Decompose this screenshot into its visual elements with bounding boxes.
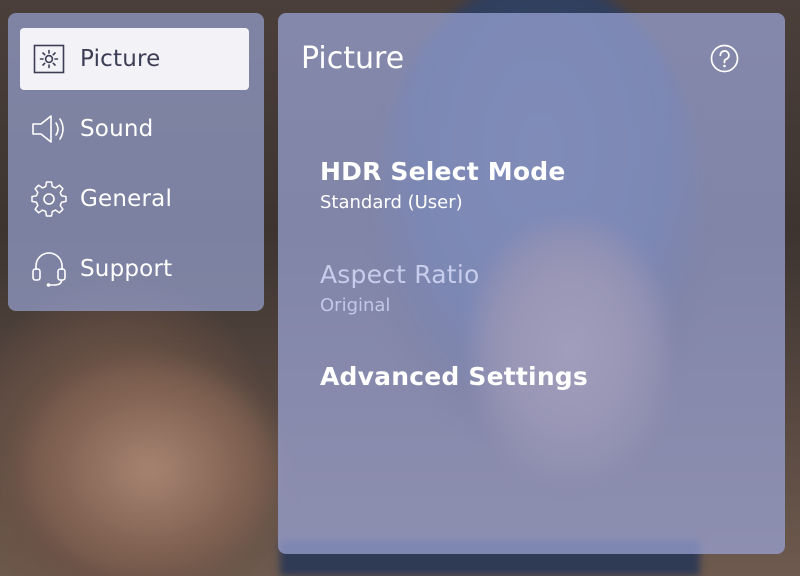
menu-item-general[interactable]: General [20, 168, 249, 230]
menu-item-support[interactable]: Support [20, 238, 249, 300]
picture-settings-panel: Picture HDR Select Mode Standard (User) … [278, 13, 785, 554]
speaker-icon [30, 110, 68, 148]
menu-item-label: Picture [80, 46, 161, 72]
picture-icon [30, 40, 68, 78]
video-background-blob [20, 360, 280, 576]
page-title: Picture [301, 41, 405, 76]
settings-category-menu: Picture Sound General Support [8, 13, 264, 311]
menu-item-sound[interactable]: Sound [20, 98, 249, 160]
gear-icon [30, 180, 68, 218]
menu-item-label: Support [80, 256, 173, 282]
setting-aspect-ratio[interactable]: Aspect Ratio Original [320, 260, 750, 316]
setting-advanced-settings[interactable]: Advanced Settings [320, 362, 750, 391]
menu-item-label: Sound [80, 116, 154, 142]
setting-name: Aspect Ratio [320, 260, 480, 289]
setting-value: Original [320, 295, 391, 316]
menu-item-label: General [80, 186, 173, 212]
setting-name: Advanced Settings [320, 362, 588, 391]
menu-item-picture[interactable]: Picture [20, 28, 249, 90]
setting-hdr-select-mode[interactable]: HDR Select Mode Standard (User) [320, 157, 750, 213]
setting-name: HDR Select Mode [320, 157, 566, 186]
setting-value: Standard (User) [320, 192, 463, 213]
help-icon[interactable] [710, 44, 739, 73]
headset-icon [30, 250, 68, 288]
